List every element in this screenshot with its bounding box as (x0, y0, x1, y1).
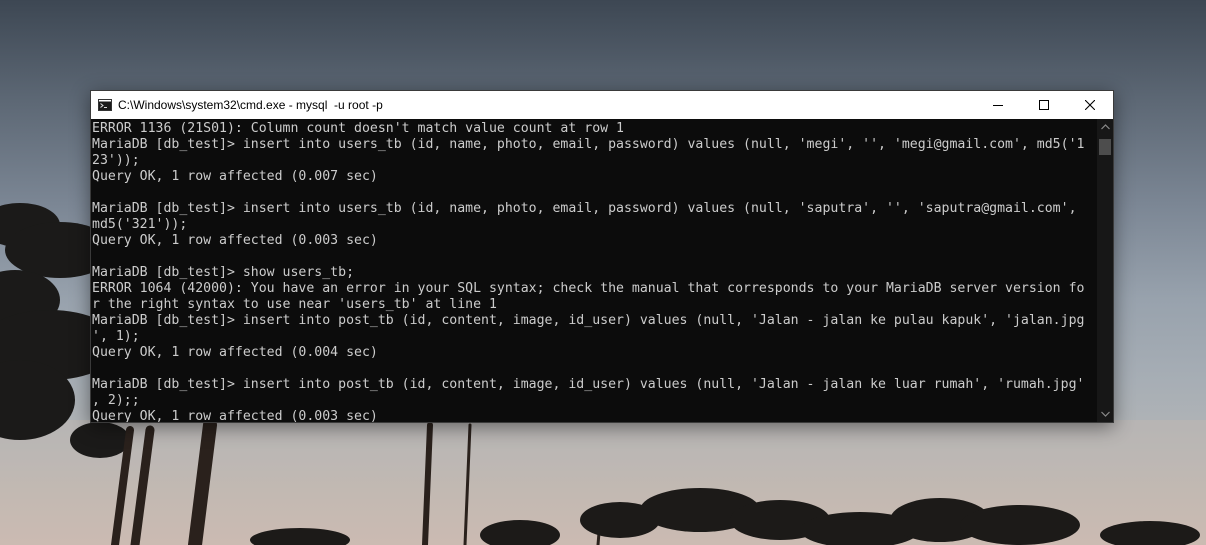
console-line: Query OK, 1 row affected (0.004 sec) (92, 345, 378, 360)
minimize-button[interactable] (975, 91, 1021, 119)
console-output[interactable]: ERROR 1136 (21S01): Column count doesn't… (91, 119, 1097, 422)
cmd-icon (98, 99, 112, 111)
title-bar[interactable]: C:\Windows\system32\cmd.exe - mysql -u r… (91, 91, 1113, 119)
console-line: 23')); (92, 153, 140, 168)
console-line: ERROR 1136 (21S01): Column count doesn't… (92, 121, 624, 136)
scroll-down-button[interactable] (1097, 406, 1113, 422)
maximize-icon (1039, 100, 1049, 110)
console-line: MariaDB [db_test]> insert into post_tb (… (92, 377, 1085, 392)
close-button[interactable] (1067, 91, 1113, 119)
maximize-button[interactable] (1021, 91, 1067, 119)
window-title: C:\Windows\system32\cmd.exe - mysql -u r… (118, 98, 383, 112)
console-line: md5('321')); (92, 217, 188, 232)
console-line: r the right syntax to use near 'users_tb… (92, 297, 497, 312)
console-line: Query OK, 1 row affected (0.003 sec) (92, 409, 378, 422)
console-line: ', 1); (92, 329, 140, 344)
close-icon (1085, 100, 1095, 110)
console-line: MariaDB [db_test]> insert into users_tb … (92, 201, 1077, 216)
cmd-window[interactable]: C:\Windows\system32\cmd.exe - mysql -u r… (90, 90, 1114, 423)
console-line: MariaDB [db_test]> show users_tb; (92, 265, 355, 280)
console-line: ERROR 1064 (42000): You have an error in… (92, 281, 1085, 296)
console-line: Query OK, 1 row affected (0.007 sec) (92, 169, 378, 184)
console-line: MariaDB [db_test]> insert into users_tb … (92, 137, 1085, 152)
chevron-down-icon (1100, 411, 1110, 417)
console-line: Query OK, 1 row affected (0.003 sec) (92, 233, 378, 248)
minimize-icon (993, 105, 1003, 106)
console-line: MariaDB [db_test]> insert into post_tb (… (92, 313, 1085, 328)
console-line: , 2);; (92, 393, 140, 408)
scroll-thumb[interactable] (1099, 139, 1111, 155)
chevron-up-icon (1100, 124, 1110, 130)
vertical-scrollbar[interactable] (1097, 119, 1113, 422)
scroll-up-button[interactable] (1097, 119, 1113, 135)
